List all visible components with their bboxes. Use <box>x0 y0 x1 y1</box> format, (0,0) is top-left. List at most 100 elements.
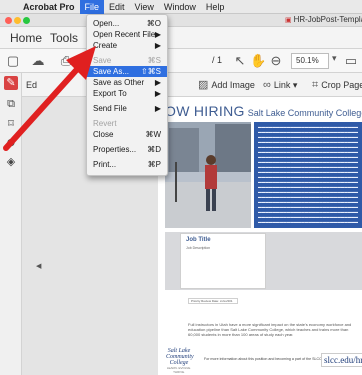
save-icon[interactable]: ▢ <box>5 53 21 69</box>
link-button[interactable]: ∞ Link ▾ <box>263 77 297 93</box>
menu-item-label: Save as Other <box>93 78 145 87</box>
collapse-panel-icon[interactable]: ◀ <box>36 262 41 270</box>
college-description[interactable]: Full instructors in Utah have a more sig… <box>188 322 358 337</box>
cloud-upload-icon[interactable]: ☁ <box>30 53 46 69</box>
campus-photo[interactable] <box>165 122 251 228</box>
link-label: Link <box>273 80 291 90</box>
menu-view[interactable]: View <box>130 0 159 14</box>
edit-text-button[interactable]: Ed <box>26 77 37 93</box>
menu-item-properties[interactable]: Properties... ⌘D <box>87 144 167 155</box>
zoom-window-button[interactable] <box>23 17 30 24</box>
crop-icon: ⌗ <box>312 79 319 91</box>
hiring-organization[interactable]: Salt Lake Community College <box>248 108 362 118</box>
chevron-down-icon[interactable]: ▾ <box>332 53 337 64</box>
campus-photo-illustration <box>165 122 251 228</box>
menu-item-label: Close <box>93 130 114 139</box>
hiring-heading[interactable]: OW HIRING Salt Lake Community College <box>165 103 362 119</box>
submenu-arrow-icon: ▶ <box>154 41 161 50</box>
page-indicator: / 1 <box>212 55 223 65</box>
menu-item-label: Export To <box>93 89 127 98</box>
menu-item-label: Send File <box>93 104 127 113</box>
menu-item-print[interactable]: Print... ⌘P <box>87 159 167 170</box>
link-icon: ∞ <box>263 79 271 91</box>
tab-home[interactable]: Home <box>10 31 42 45</box>
menu-file[interactable]: File <box>79 0 105 14</box>
menu-item-save-as[interactable]: Save As... ⇧⌘S <box>87 66 167 77</box>
menu-item-label: Properties... <box>93 145 137 154</box>
menu-item-label: Revert <box>93 119 117 128</box>
hand-tool-icon[interactable]: ✋ <box>250 53 266 69</box>
close-window-button[interactable] <box>5 17 12 24</box>
menu-item-revert: Revert <box>87 118 167 129</box>
select-cursor-icon[interactable]: ↖ <box>232 53 248 69</box>
logo-tagline: LEARN. EVOLVE. THRIVE. <box>166 366 192 374</box>
job-card[interactable]: Job Title Job Description <box>180 233 266 289</box>
menu-item-label: Open... <box>93 19 120 28</box>
crop-pages-button[interactable]: ⌗Crop Pages <box>312 77 362 93</box>
menu-item-open-recent[interactable]: Open Recent File ▶ <box>87 29 167 40</box>
attachment-icon[interactable]: ⊘ <box>4 136 18 150</box>
job-title[interactable]: Job Title <box>186 237 260 243</box>
document-title-text: HR-JobPost-Template2017.p <box>293 15 362 24</box>
menu-item-shortcut: ⌘O <box>146 19 161 28</box>
submenu-arrow-icon: ▶ <box>154 104 161 113</box>
pages-icon[interactable]: ⧉ <box>4 97 18 111</box>
menu-item-label: Save <box>93 56 112 65</box>
priority-review-date[interactable]: Priority Review Date: xx/xx/201 <box>188 298 238 304</box>
crop-pages-label: Crop Pages <box>321 80 362 90</box>
add-image-button[interactable]: ▨ Add Image <box>198 77 255 93</box>
tab-tools[interactable]: Tools <box>50 31 78 45</box>
menu-item-save: Save ⌘S <box>87 55 167 66</box>
panel-line: ▬▬▬▬▬▬▬▬▬▬▬▬▬▬▬▬▬▬▬▬▬▬▬▬▬▬▬▬▬▬▬▬ <box>258 220 358 224</box>
menu-bar: Acrobat Pro File Edit View Window Help <box>0 0 362 14</box>
menu-item-shortcut: ⇧⌘S <box>140 67 161 76</box>
pdf-icon: ▣ <box>285 17 294 24</box>
job-description[interactable]: Job Description <box>186 246 260 250</box>
add-image-label: Add Image <box>211 80 255 90</box>
edit-toolbar: Ed ▨Add Image ∞Link ▾ ⌗Crop Pages <box>22 73 362 97</box>
menu-edit[interactable]: Edit <box>104 0 130 14</box>
menu-item-shortcut: ⌘P <box>147 160 161 169</box>
menu-item-label: Create <box>93 41 118 50</box>
edit-pdf-tool-icon[interactable]: ✎ <box>4 76 18 90</box>
document-title: ▣ HR-JobPost-Template2017.p <box>285 15 362 24</box>
left-rail: ✎ ⧉ ⌑ ⊘ ◈ <box>0 73 22 375</box>
minimize-window-button[interactable] <box>14 17 21 24</box>
menu-item-shortcut: ⌘W <box>145 130 161 139</box>
description-panel[interactable]: ▬▬▬▬▬▬▬▬▬▬▬▬▬▬▬▬▬▬▬▬▬▬▬▬▬▬▬▬ ▬▬▬▬ ▬▬▬▬▬▬▬… <box>254 122 362 228</box>
hr-url[interactable]: slcc.edu/hr <box>321 353 362 367</box>
menu-item-create[interactable]: Create ▶ <box>87 40 167 51</box>
menu-item-shortcut: ⌘S <box>147 56 161 65</box>
layers-icon[interactable]: ◈ <box>4 155 18 169</box>
menu-item-label: Print... <box>93 160 117 169</box>
edit-text-label: Ed <box>26 80 38 90</box>
menu-item-save-as-other[interactable]: Save as Other ▶ <box>87 77 167 88</box>
menu-item-export-to[interactable]: Export To ▶ <box>87 88 167 99</box>
menu-help[interactable]: Help <box>201 0 230 14</box>
menu-item-label: Open Recent File <box>93 30 156 39</box>
menu-item-send-file[interactable]: Send File ▶ <box>87 103 167 114</box>
menu-item-label: Save As... <box>93 67 130 76</box>
hiring-heading-text[interactable]: OW HIRING <box>165 103 245 119</box>
bookmark-icon[interactable]: ⌑ <box>4 117 18 131</box>
zoom-out-icon[interactable]: ⊖ <box>268 53 284 69</box>
print-icon[interactable]: ⎙ <box>58 53 74 69</box>
logo-name: Salt Lake Community College <box>166 348 194 366</box>
file-menu: Open... ⌘O Open Recent File ▶ Create ▶ Save… <box>86 14 168 176</box>
image-icon: ▨ <box>198 79 209 91</box>
menu-item-open[interactable]: Open... ⌘O <box>87 18 167 29</box>
main-toolbar: ▢ ☁ ⎙ / 1 ↖ ✋ ⊖ 50.1% ▾ ▭ <box>0 49 362 73</box>
comment-icon[interactable]: ▭ <box>343 53 359 69</box>
menu-item-shortcut: ⌘D <box>147 145 161 154</box>
apple-icon[interactable] <box>0 0 18 14</box>
menu-window[interactable]: Window <box>159 0 201 14</box>
zoom-field[interactable]: 50.1% <box>291 53 329 69</box>
submenu-arrow-icon: ▶ <box>154 89 161 98</box>
menu-item-close[interactable]: Close ⌘W <box>87 129 167 140</box>
window-title-bar: ▣ HR-JobPost-Template2017.p <box>0 14 362 27</box>
submenu-arrow-icon: ▶ <box>154 30 161 39</box>
submenu-arrow-icon: ▶ <box>154 78 161 87</box>
more-info-text[interactable]: For more information about this position… <box>204 357 338 361</box>
menu-app-name[interactable]: Acrobat Pro <box>18 0 80 14</box>
top-tabs: Home Tools <box>0 27 362 49</box>
